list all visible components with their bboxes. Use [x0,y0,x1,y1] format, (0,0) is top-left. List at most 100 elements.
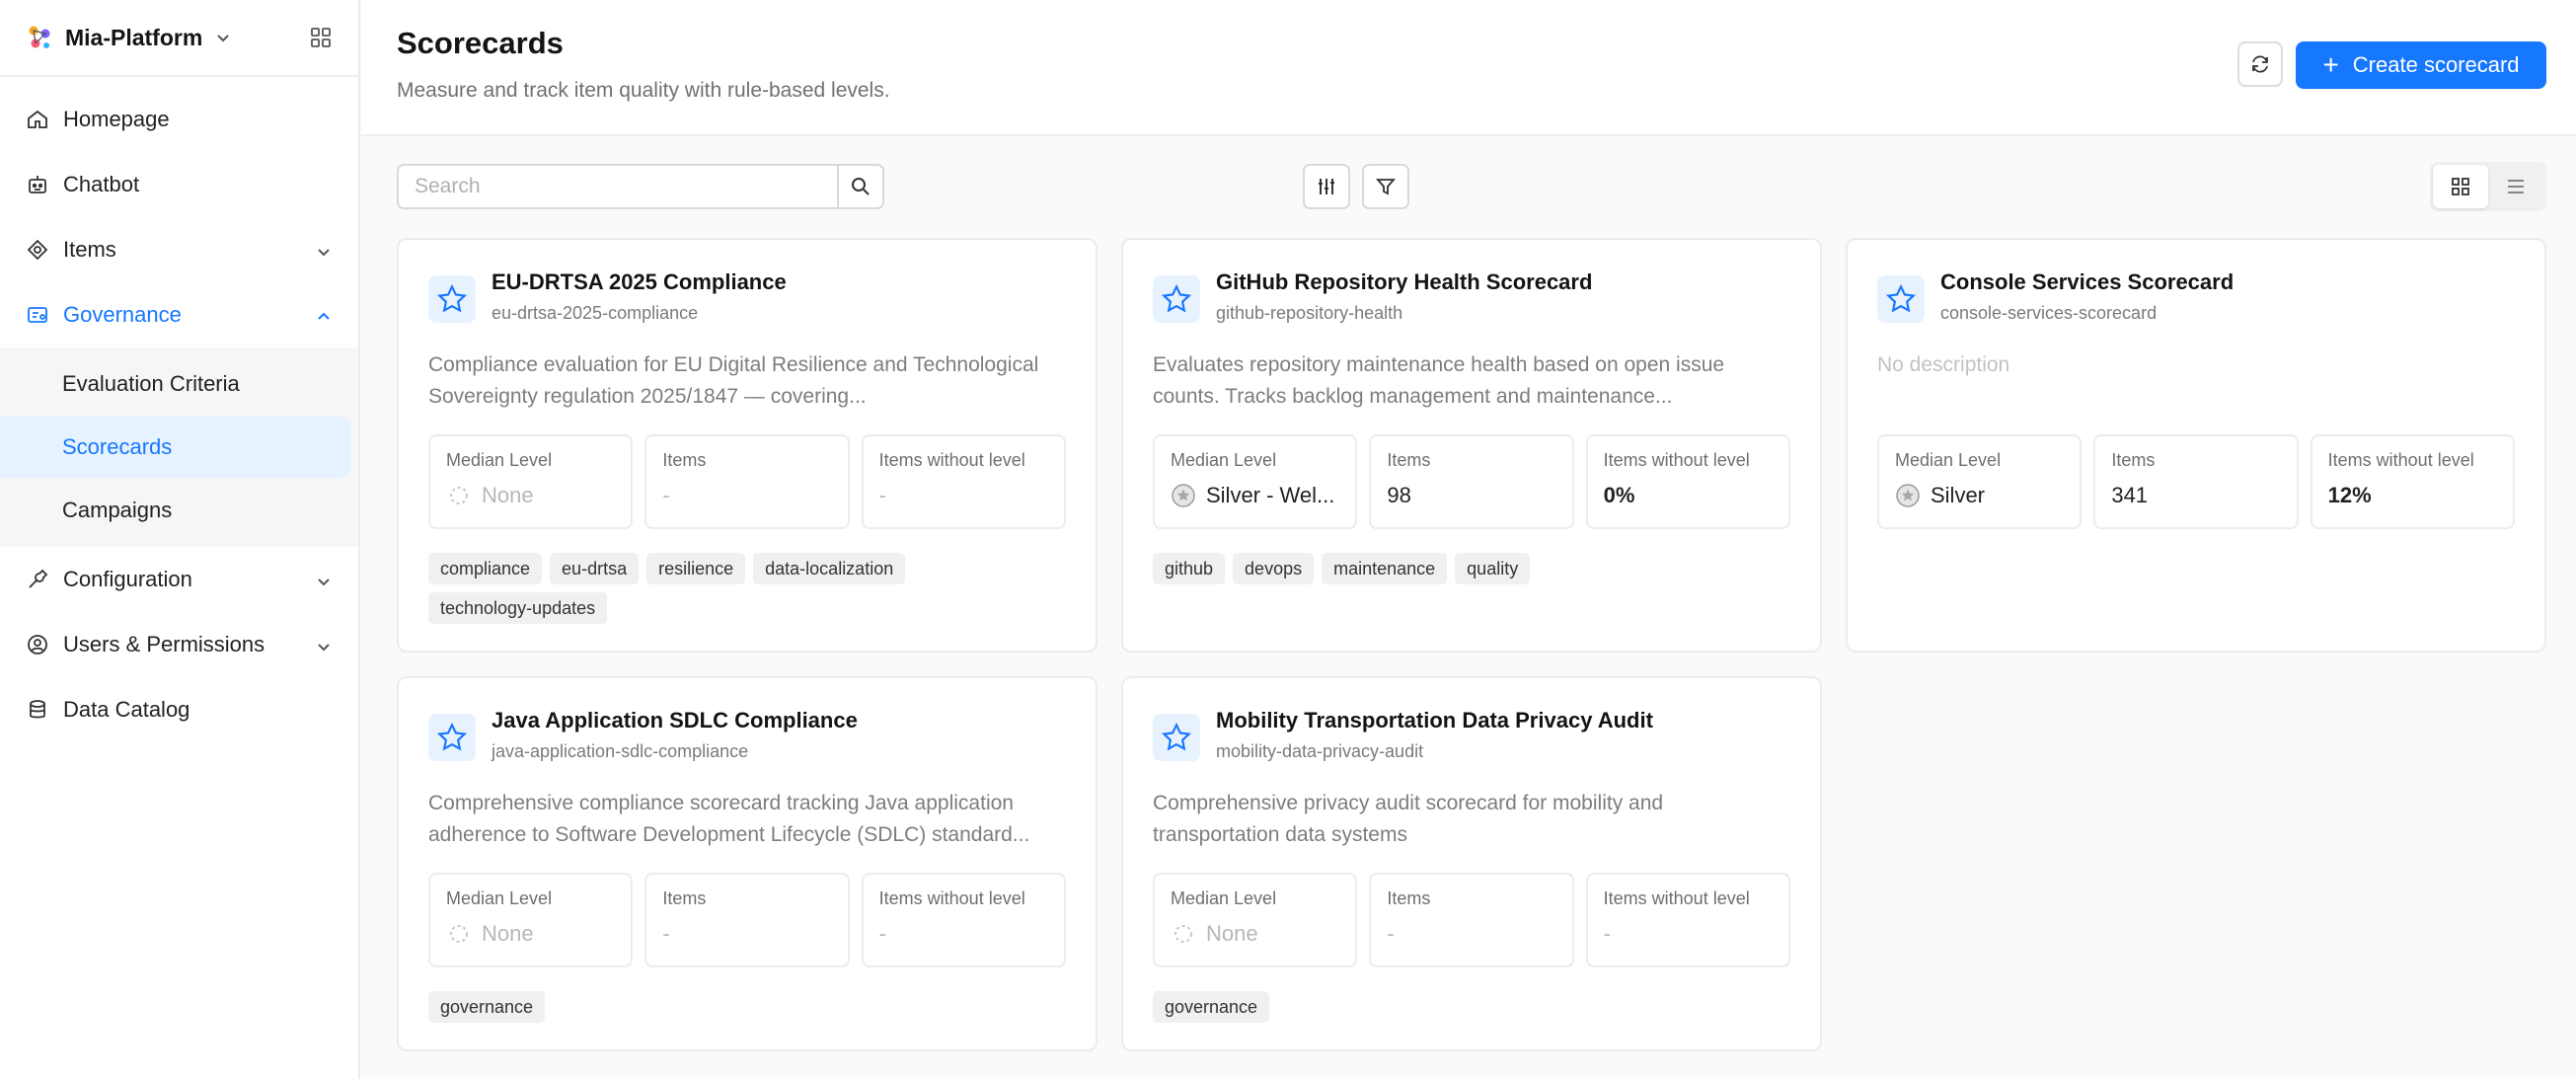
stat-value: 0% [1603,483,1635,507]
sidebar-item-label: Items [63,237,116,262]
card-stats: Median Level None Items - Items without … [428,873,1066,967]
items-without-level-stat: Items without level - [861,873,1066,967]
search-input[interactable] [399,166,837,207]
brand-name: Mia-Platform [65,24,203,50]
sidebar-item-campaigns[interactable]: Campaigns [0,480,350,541]
tag: compliance [428,553,543,584]
brand-header[interactable]: Mia-Platform [0,0,358,77]
favorite-star-icon[interactable] [428,714,476,761]
tag: governance [428,991,546,1023]
filter-button[interactable] [1362,164,1409,209]
apps-grid-icon[interactable] [309,26,333,49]
stat-label: Items without level [878,888,1025,908]
tag: eu-drtsa [550,553,640,584]
governance-subnav: Evaluation Criteria Scorecards Campaigns [0,347,358,547]
card-description: Evaluates repository maintenance health … [1153,353,1725,408]
silver-medal-icon [1895,483,1921,508]
refresh-button[interactable] [2237,41,2283,87]
stat-label: Items [1387,888,1431,908]
stat-value: None [482,921,534,946]
mia-platform-logo-icon [26,24,53,51]
stat-value: - [1603,921,1611,946]
card-description: Compliance evaluation for EU Digital Res… [428,353,1039,408]
user-shield-icon [26,633,49,656]
create-scorecard-label: Create scorecard [2352,52,2520,77]
sidebar: Mia-Platform Homepage Chatbot Items Gove… [0,0,360,1079]
card-description: Comprehensive privacy audit scorecard fo… [1153,792,1664,846]
stat-label: Items without level [1603,450,1750,470]
database-icon [26,698,49,722]
chevron-down-icon [315,571,333,588]
favorite-star-icon[interactable] [1153,275,1200,323]
stat-value: - [662,483,670,507]
sidebar-item-configuration[interactable]: Configuration [0,547,358,612]
scorecard-card[interactable]: GitHub Repository Health Scorecard githu… [1121,238,1822,653]
plus-icon: + [2322,49,2339,80]
tag: data-localization [753,553,906,584]
no-level-icon [1171,921,1196,947]
create-scorecard-button[interactable]: + Create scorecard [2296,41,2546,89]
scorecard-card[interactable]: Java Application SDLC Compliance java-ap… [397,676,1098,1051]
card-title: Mobility Transportation Data Privacy Aud… [1216,708,1653,732]
list-view-button[interactable] [2488,165,2543,208]
sidebar-item-label: Users & Permissions [63,632,265,656]
stat-value: 341 [2111,483,2149,507]
tag: github [1153,553,1226,584]
stat-label: Items without level [2327,450,2474,470]
sidebar-item-chatbot[interactable]: Chatbot [0,152,358,217]
card-stats: Median Level None Items - Items without … [1153,873,1790,967]
stat-value: None [482,483,534,507]
favorite-star-icon[interactable] [428,275,476,323]
stat-value: Silver - Wel... [1206,483,1335,507]
sidebar-item-governance[interactable]: Governance [0,282,358,347]
items-without-level-stat: Items without level 0% [1585,434,1790,529]
sidebar-item-items[interactable]: Items [0,217,358,282]
scorecard-card[interactable]: Console Services Scorecard console-servi… [1846,238,2546,653]
sidebar-item-label: Configuration [63,567,192,591]
sidebar-item-data-catalog[interactable]: Data Catalog [0,677,358,742]
chevron-down-icon [315,636,333,654]
sliders-icon [1319,179,1334,194]
no-level-icon [446,921,472,947]
card-slug: java-application-sdlc-compliance [492,741,749,761]
chevron-up-icon [315,306,333,324]
stat-label: Items without level [1603,888,1750,908]
stat-label: Median Level [446,450,553,470]
scorecard-card[interactable]: Mobility Transportation Data Privacy Aud… [1121,676,1822,1051]
stat-value: - [878,483,886,507]
wrench-icon [26,568,49,591]
page-header: Scorecards Measure and track item qualit… [361,0,2576,136]
median-level-stat: Median Level Silver [1877,434,2083,529]
stat-label: Items [662,888,707,908]
card-description: Comprehensive compliance scorecard track… [428,792,1030,846]
search-button[interactable] [837,166,882,207]
sidebar-item-homepage[interactable]: Homepage [0,87,358,152]
tag: maintenance [1322,553,1448,584]
card-slug: eu-drtsa-2025-compliance [492,303,699,323]
sidebar-item-evaluation-criteria[interactable]: Evaluation Criteria [0,353,350,415]
stat-label: Median Level [1171,450,1277,470]
chevron-down-icon [214,29,232,46]
list-icon [2508,180,2524,193]
stat-label: Median Level [446,888,553,908]
tag: resilience [646,553,746,584]
column-settings-button[interactable] [1303,164,1350,209]
sidebar-item-users-permissions[interactable]: Users & Permissions [0,612,358,677]
card-stats: Median Level Silver - Wel... Items 98 It… [1153,434,1790,529]
stat-value: - [662,921,670,946]
card-title: GitHub Repository Health Scorecard [1216,270,1593,294]
chevron-down-icon [315,241,333,259]
scorecard-card[interactable]: EU-DRTSA 2025 Compliance eu-drtsa-2025-c… [397,238,1098,653]
grid-view-button[interactable] [2433,165,2488,208]
items-stat: Items - [644,873,850,967]
card-title: Console Services Scorecard [1940,270,2235,294]
favorite-star-icon[interactable] [1877,275,1925,323]
items-without-level-stat: Items without level 12% [2310,434,2515,529]
favorite-star-icon[interactable] [1153,714,1200,761]
median-level-stat: Median Level Silver - Wel... [1153,434,1358,529]
grid-icon [2452,178,2469,195]
card-slug: github-repository-health [1216,303,1403,323]
card-title: EU-DRTSA 2025 Compliance [492,270,787,294]
sidebar-item-scorecards[interactable]: Scorecards [0,417,350,478]
sidebar-item-label: Chatbot [63,172,140,196]
